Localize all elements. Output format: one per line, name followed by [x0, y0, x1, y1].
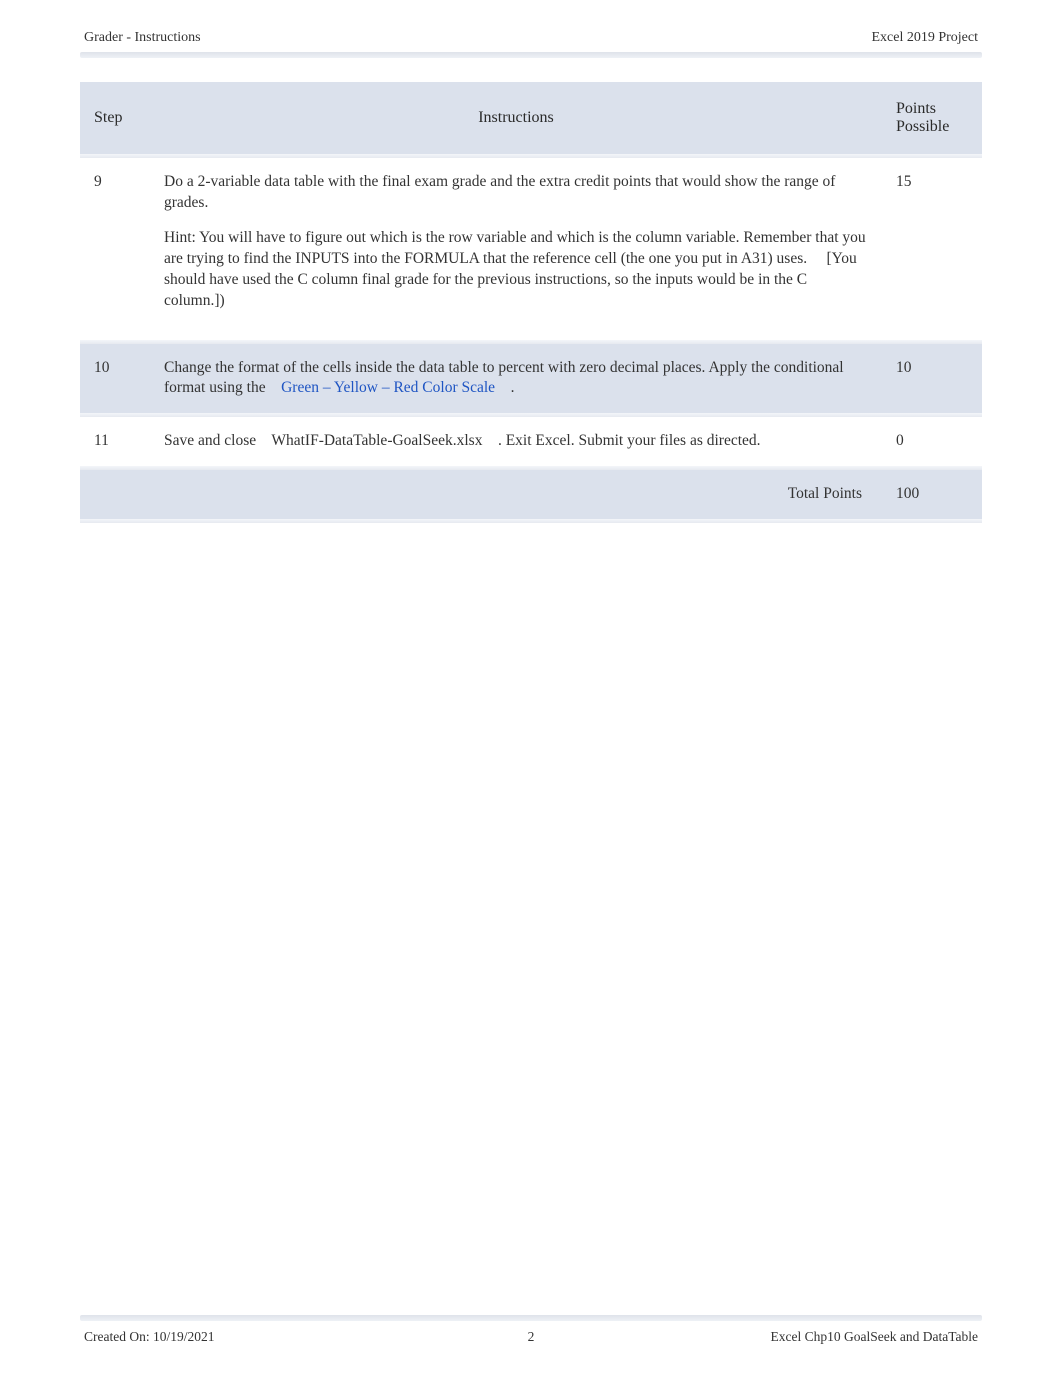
instruction-text: Change the format of the cells inside th… — [164, 359, 844, 397]
instruction-cell: Save and close WhatIF-DataTable-GoalSeek… — [150, 417, 882, 466]
step-number: 9 — [80, 158, 150, 340]
color-scale-name: Green – Yellow – Red Color Scale — [281, 379, 495, 396]
total-row: Total Points 100 — [80, 470, 982, 519]
footer-page-number: 2 — [80, 1329, 982, 1345]
points-value: 0 — [882, 417, 982, 466]
empty-cell — [80, 470, 150, 519]
total-value: 100 — [882, 470, 982, 519]
points-value: 15 — [882, 158, 982, 340]
instruction-text: . Exit Excel. Submit your files as direc… — [498, 432, 761, 449]
instruction-paragraph: Hint: You will have to figure out which … — [164, 228, 868, 312]
instruction-cell: Change the format of the cells inside th… — [150, 344, 882, 414]
instruction-text: Save and close — [164, 432, 260, 449]
step-number: 11 — [80, 417, 150, 466]
instructions-table: Step Instructions Points Possible 9 Do a… — [80, 82, 982, 523]
table-header-row: Step Instructions Points Possible — [80, 82, 982, 154]
col-header-step: Step — [80, 82, 150, 154]
points-value: 10 — [882, 344, 982, 414]
page-footer: Created On: 10/19/2021 2 Excel Chp10 Goa… — [80, 1315, 982, 1345]
table-row: 10 Change the format of the cells inside… — [80, 344, 982, 414]
header-right: Excel 2019 Project — [871, 30, 978, 46]
document-page: Grader - Instructions Excel 2019 Project… — [0, 0, 1062, 1377]
header-left: Grader - Instructions — [84, 30, 201, 46]
table-row: 9 Do a 2-variable data table with the fi… — [80, 158, 982, 340]
row-separator — [80, 519, 982, 523]
instruction-text: Hint: You will have to figure out which … — [164, 229, 866, 267]
footer-row: Created On: 10/19/2021 2 Excel Chp10 Goa… — [80, 1329, 982, 1345]
footer-divider — [80, 1315, 982, 1321]
table-row: 11 Save and close WhatIF-DataTable-GoalS… — [80, 417, 982, 466]
col-header-instructions: Instructions — [150, 82, 882, 154]
header-divider — [80, 52, 982, 58]
file-name: WhatIF-DataTable-GoalSeek.xlsx — [271, 432, 482, 449]
total-label: Total Points — [150, 470, 882, 519]
instruction-text: . — [511, 379, 515, 396]
step-number: 10 — [80, 344, 150, 414]
col-header-points: Points Possible — [882, 82, 982, 154]
page-header: Grader - Instructions Excel 2019 Project — [80, 30, 982, 52]
instruction-cell: Do a 2-variable data table with the fina… — [150, 158, 882, 340]
instruction-paragraph: Do a 2-variable data table with the fina… — [164, 172, 868, 214]
